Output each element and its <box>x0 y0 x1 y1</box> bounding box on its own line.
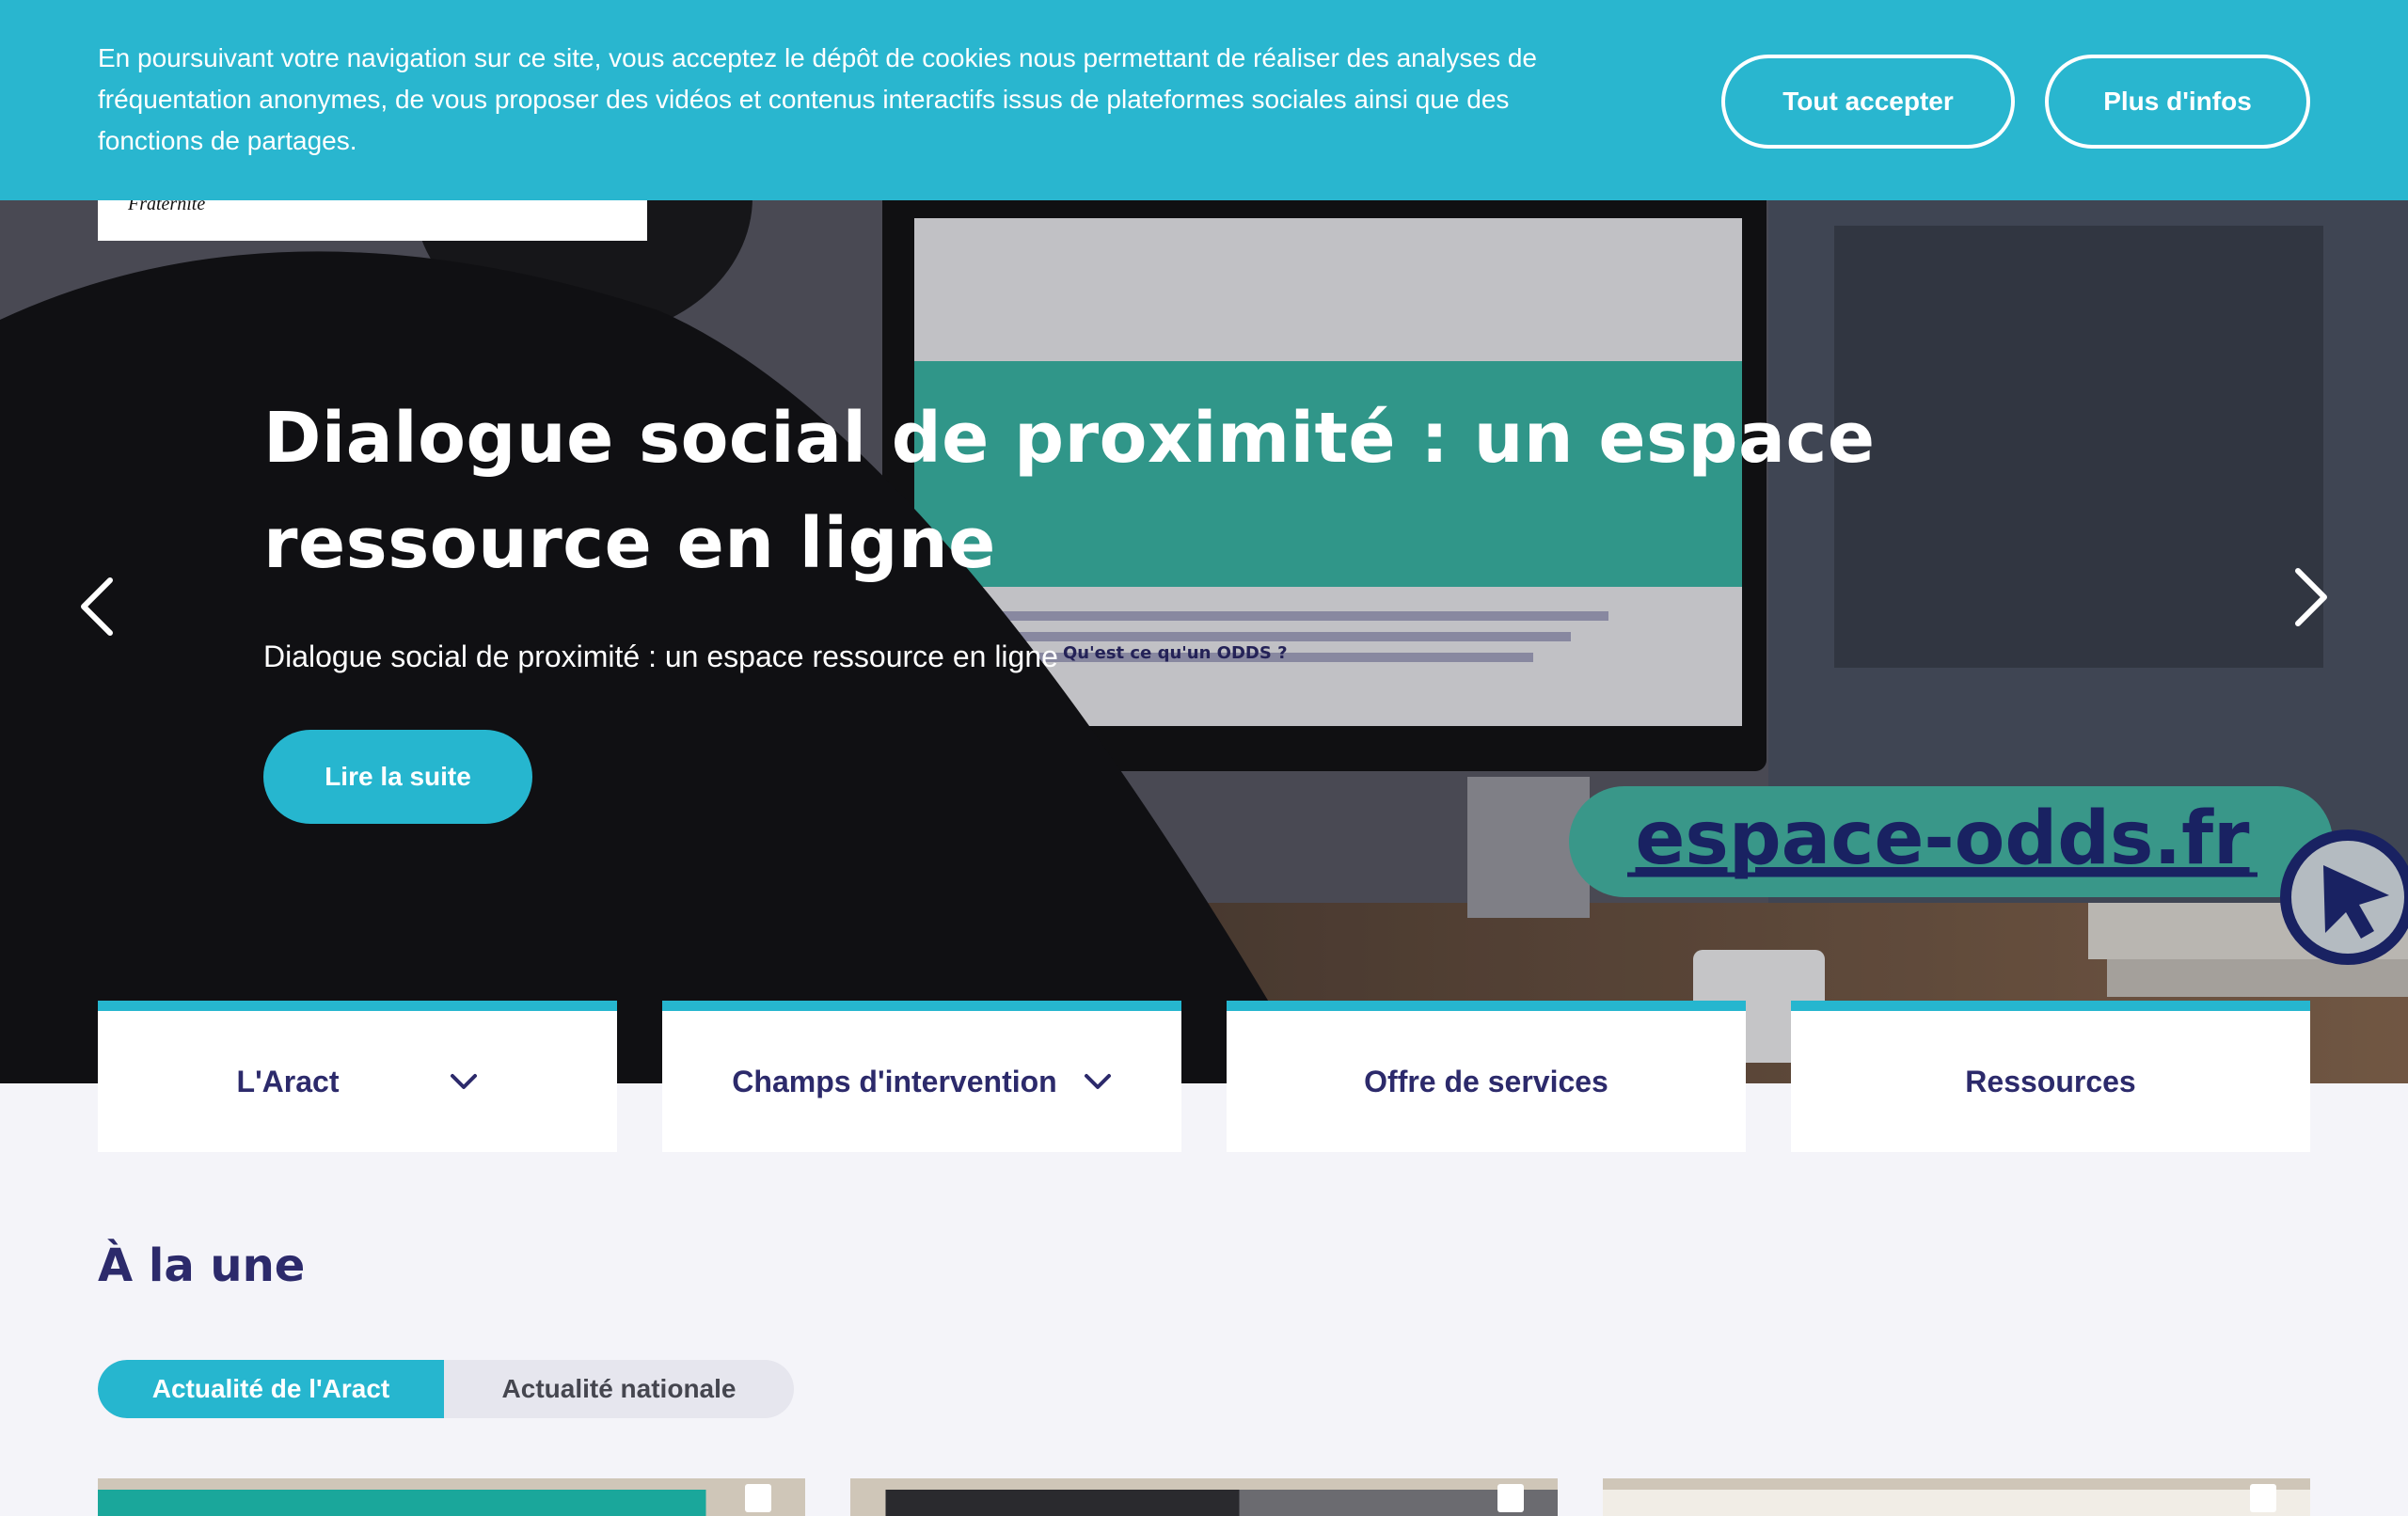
news-card-image <box>850 1490 1558 1516</box>
cookie-banner: En poursuivant votre navigation sur ce s… <box>0 0 2408 200</box>
bookmark-icon[interactable] <box>745 1484 771 1512</box>
nav-item-label: Offre de services <box>1364 1064 1608 1098</box>
nav-item-label: L'Aract <box>236 1064 340 1098</box>
nav-item-offre-services[interactable]: Offre de services <box>1227 1001 1746 1152</box>
tab-actualite-aract[interactable]: Actualité de l'Aract <box>98 1360 444 1418</box>
news-card-image <box>1603 1490 2310 1516</box>
cookie-banner-text: En poursuivant votre navigation sur ce s… <box>98 43 1538 155</box>
hero-subtitle: Dialogue social de proximité : un espace… <box>263 640 1058 673</box>
nav-item-champs-intervention[interactable]: Champs d'intervention <box>662 1001 1181 1152</box>
news-tabs: Actualité de l'Aract Actualité nationale <box>98 1360 794 1418</box>
chevron-down-icon <box>1084 1073 1112 1090</box>
cookie-more-info-button[interactable]: Plus d'infos <box>2045 55 2310 149</box>
hero-title: Dialogue social de proximité : un espace… <box>263 398 1876 584</box>
news-card[interactable] <box>1603 1478 2310 1516</box>
chevron-down-icon <box>450 1073 478 1090</box>
news-card[interactable] <box>98 1478 805 1516</box>
news-card[interactable] <box>850 1478 1558 1516</box>
tab-actualite-nationale[interactable]: Actualité nationale <box>444 1360 794 1418</box>
accept-all-cookies-button[interactable]: Tout accepter <box>1721 55 2015 149</box>
chevron-right-icon <box>2295 568 2327 626</box>
nav-item-aract[interactable]: L'Aract <box>98 1001 617 1152</box>
nav-item-label: Ressources <box>1965 1064 2136 1098</box>
carousel-next-button[interactable] <box>2278 555 2344 640</box>
chevron-left-icon <box>81 577 113 636</box>
read-more-button[interactable]: Lire la suite <box>263 730 532 824</box>
bookmark-icon[interactable] <box>1497 1484 1524 1512</box>
section-title-a-la-une: À la une <box>98 1240 306 1292</box>
carousel-prev-button[interactable] <box>64 564 130 649</box>
nav-item-ressources[interactable]: Ressources <box>1791 1001 2310 1152</box>
news-card-image <box>98 1490 805 1516</box>
nav-item-label: Champs d'intervention <box>732 1064 1057 1098</box>
bookmark-icon[interactable] <box>2250 1484 2276 1512</box>
